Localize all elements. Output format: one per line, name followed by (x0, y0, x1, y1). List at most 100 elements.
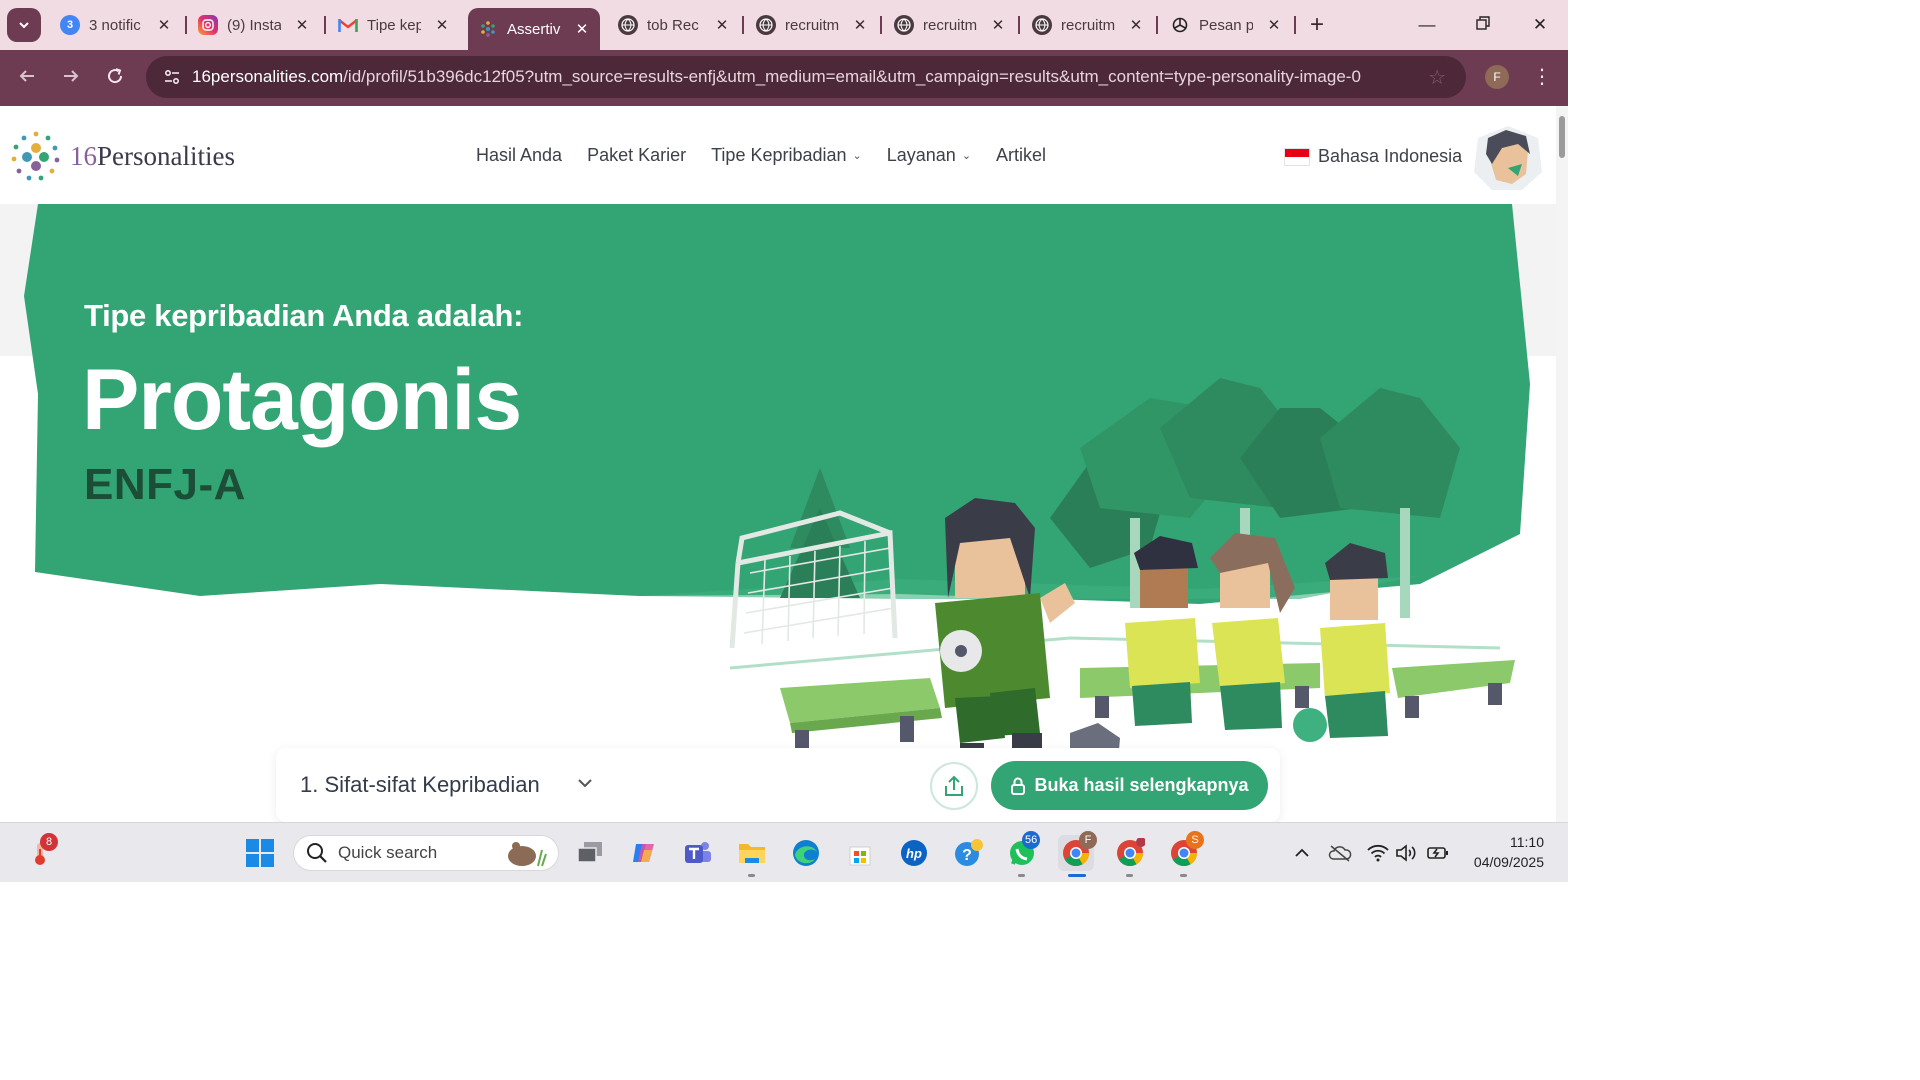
whatsapp-badge: 56 (1022, 831, 1041, 849)
16personalities-favicon-icon (478, 19, 498, 39)
teams-icon (685, 842, 711, 863)
close-icon[interactable]: ✕ (294, 16, 310, 34)
running-indicator (1180, 874, 1187, 877)
address-bar[interactable]: 16personalities.com/id/profil/51b396dc12… (146, 56, 1466, 98)
chrome-profile-badge: F (1079, 831, 1097, 849)
tab-notifications[interactable]: 3 3 notific ✕ (50, 8, 182, 42)
globe-icon (618, 15, 638, 35)
unlock-full-results-button[interactable]: Buka hasil selengkapnya (991, 761, 1268, 810)
wifi-icon (1367, 844, 1389, 862)
scrollbar-thumb[interactable] (1559, 116, 1565, 158)
restore-button[interactable] (1468, 10, 1498, 40)
tab-recruitment-2[interactable]: recruitm ✕ (884, 8, 1016, 42)
whatsapp-button[interactable]: 56 (1004, 831, 1041, 877)
reload-icon (108, 68, 123, 84)
page-viewport: Tipe kepribadian Anda adalah: Protagonis… (0, 106, 1568, 822)
search-icon (307, 843, 327, 863)
section-dropdown[interactable]: 1. Sifat-sifat Kepribadian (300, 772, 540, 798)
start-button[interactable] (242, 835, 278, 871)
page-scrollbar[interactable] (1556, 106, 1568, 822)
nav-artikel[interactable]: Artikel (996, 145, 1046, 166)
nav-layanan[interactable]: Layanan ⌄ (887, 145, 971, 166)
back-button[interactable] (13, 64, 41, 92)
user-avatar[interactable] (1472, 124, 1544, 192)
hero-subtitle: Tipe kepribadian Anda adalah: (84, 298, 524, 333)
browser-toolbar: 16personalities.com/id/profil/51b396dc12… (0, 50, 1568, 106)
close-window-button[interactable]: ✕ (1525, 10, 1555, 40)
close-icon[interactable]: ✕ (1266, 16, 1282, 34)
tab-recruitment-1[interactable]: recruitm ✕ (746, 8, 878, 42)
tab-instagram[interactable]: (9) Insta ✕ (188, 8, 320, 42)
windows-taskbar: 8 Quick search hp ? 56 F S 11:10 04/09/2… (0, 822, 1568, 882)
close-icon[interactable]: ✕ (852, 16, 868, 34)
tab-search-button[interactable] (7, 8, 41, 42)
share-button[interactable] (930, 762, 978, 810)
task-view-button[interactable] (572, 835, 608, 871)
16personalities-logo-icon (11, 131, 60, 181)
folder-icon (739, 844, 765, 863)
logo-wordmark: 16Personalities (70, 140, 235, 171)
site-info-icon[interactable] (158, 68, 186, 86)
tab-title: 3 notific (89, 16, 141, 34)
taskbar-clock[interactable]: 11:10 04/09/2025 (1460, 832, 1544, 872)
hp-app-button[interactable]: hp (896, 835, 932, 871)
tab-divider (742, 16, 744, 34)
edge-button[interactable] (788, 835, 824, 871)
close-icon[interactable]: ✕ (1128, 16, 1144, 34)
copilot-icon (633, 844, 654, 862)
close-icon[interactable]: ✕ (156, 16, 172, 34)
close-icon[interactable]: ✕ (574, 20, 590, 38)
tab-recruitment-3[interactable]: recruitm ✕ (1022, 8, 1154, 42)
close-icon[interactable]: ✕ (434, 16, 450, 34)
close-icon[interactable]: ✕ (714, 16, 730, 34)
chrome-profile-2-button[interactable] (1112, 835, 1148, 877)
nav-paket-karier[interactable]: Paket Karier (587, 145, 686, 166)
bookmark-star-icon[interactable]: ☆ (1428, 65, 1446, 90)
taskbar-search-input[interactable]: Quick search (293, 835, 559, 871)
new-tab-button[interactable]: + (1304, 12, 1330, 38)
windows-logo-icon (246, 839, 274, 867)
teams-button[interactable] (680, 835, 716, 871)
copilot-button[interactable] (626, 835, 662, 871)
main-nav: Hasil Anda Paket Karier Tipe Kepribadian… (476, 145, 1071, 166)
onedrive-tray-icon[interactable] (1328, 841, 1352, 865)
profile-avatar[interactable]: F (1485, 65, 1509, 89)
chrome-profile-1-button[interactable]: F (1058, 831, 1097, 877)
show-hidden-icons-button[interactable] (1290, 841, 1314, 865)
tab-title: (9) Insta (227, 16, 281, 34)
running-indicator (748, 874, 755, 877)
search-highlight-bear-icon (508, 842, 547, 867)
weather-widget[interactable]: 8 (22, 833, 58, 871)
tab-chatgpt[interactable]: Pesan p ✕ (1160, 8, 1292, 42)
speaker-icon (1396, 844, 1416, 862)
chrome-profile-3-button[interactable]: S (1166, 831, 1204, 877)
clock-time: 11:10 (1510, 834, 1544, 850)
nav-tipe-kepribadian[interactable]: Tipe Kepribadian ⌄ (711, 145, 862, 166)
get-help-button[interactable]: ? (950, 835, 986, 871)
weather-badge: 8 (40, 833, 58, 851)
player-character (1320, 543, 1390, 738)
clock-date: 04/09/2025 (1473, 854, 1544, 870)
file-explorer-button[interactable] (734, 835, 770, 877)
forward-button[interactable] (57, 64, 85, 92)
tab-gmail[interactable]: Tipe kep ✕ (328, 8, 460, 42)
globe-icon (756, 15, 776, 35)
language-selector[interactable]: Bahasa Indonesia (1284, 146, 1462, 167)
tab-title: recruitm (1061, 16, 1115, 34)
close-icon[interactable]: ✕ (990, 16, 1006, 34)
browser-menu-icon[interactable]: ⋮ (1532, 64, 1552, 89)
chatgpt-icon (1170, 15, 1190, 35)
nav-hasil-anda[interactable]: Hasil Anda (476, 145, 562, 166)
chevron-down-icon[interactable] (576, 774, 594, 792)
wifi-tray-icon[interactable] (1366, 841, 1390, 865)
site-logo[interactable]: 16Personalities (10, 130, 235, 182)
minimize-button[interactable]: — (1412, 10, 1442, 40)
edge-icon (793, 840, 819, 866)
microsoft-store-button[interactable] (842, 835, 878, 871)
volume-tray-icon[interactable] (1394, 841, 1418, 865)
tab-tob-recruitment[interactable]: tob Rec ✕ (608, 8, 740, 42)
reload-button[interactable] (101, 64, 129, 92)
battery-charging-icon (1427, 847, 1448, 859)
battery-tray-icon[interactable] (1426, 841, 1450, 865)
tab-active-assertive[interactable]: Assertiv ✕ (468, 8, 600, 50)
